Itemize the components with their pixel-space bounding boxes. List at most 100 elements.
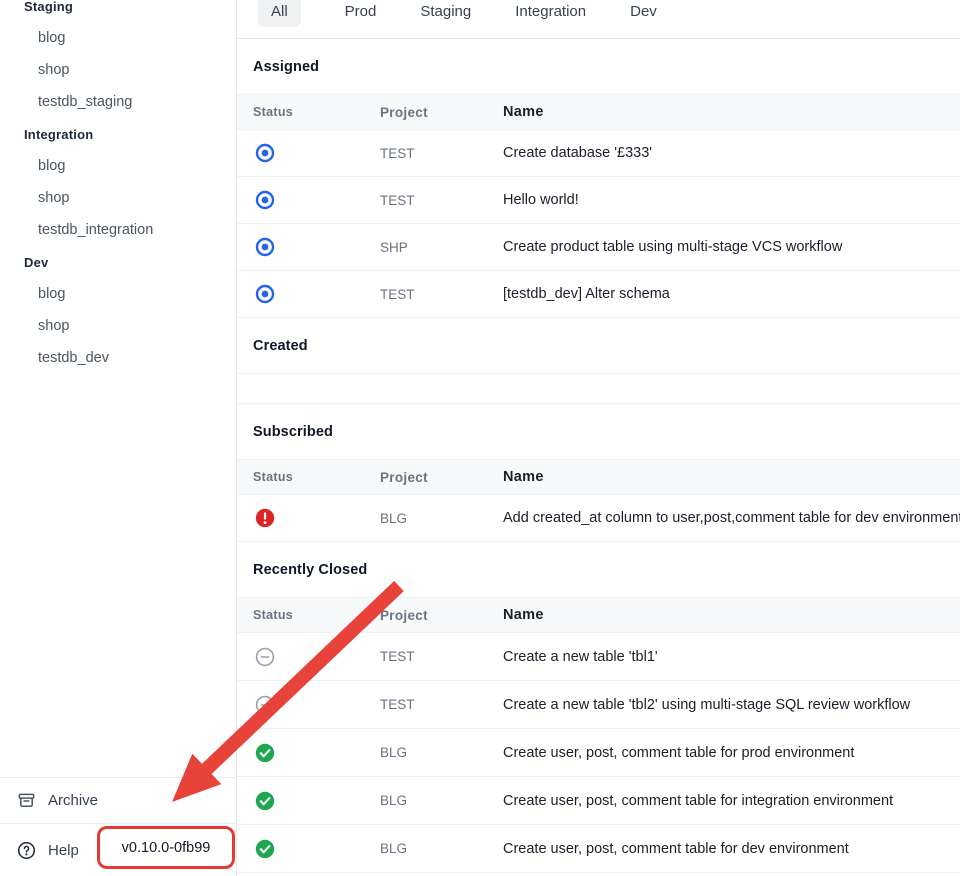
- issue-row[interactable]: BLG Create user, post, comment table for…: [237, 729, 960, 777]
- tab-all[interactable]: All: [258, 0, 301, 27]
- project-cell: BLG: [380, 745, 503, 760]
- check-circle-icon: [255, 791, 275, 811]
- issue-row[interactable]: SHP Create product table using multi-sta…: [237, 224, 960, 271]
- check-circle-icon: [255, 743, 275, 763]
- sidebar-item-shop[interactable]: shop: [0, 182, 236, 214]
- sidebar-item-blog[interactable]: blog: [0, 278, 236, 310]
- circle-dot-icon: [255, 237, 275, 257]
- status-cell: [253, 284, 380, 304]
- minus-circle-icon: [255, 695, 275, 715]
- column-project: Project: [380, 608, 503, 623]
- help-label: Help: [48, 842, 79, 859]
- issue-row[interactable]: BLG Create user, post, comment table for…: [237, 825, 960, 873]
- issue-name: Hello world!: [503, 192, 960, 208]
- issue-sections: Assigned Status Project Name TEST Create…: [237, 39, 960, 873]
- app-window: Stagingblogshoptestdb_stagingIntegration…: [0, 0, 960, 876]
- sidebar-item-blog[interactable]: blog: [0, 150, 236, 182]
- issue-name: Create database '£333': [503, 145, 960, 161]
- issue-name: [testdb_dev] Alter schema: [503, 286, 960, 302]
- column-name: Name: [503, 607, 960, 623]
- project-cell: TEST: [380, 146, 503, 161]
- environment-header-dev: Dev: [0, 246, 236, 278]
- exclamation-circle-icon: [255, 508, 275, 528]
- issue-section: Recently Closed Status Project Name TEST…: [237, 542, 960, 873]
- status-cell: [253, 695, 380, 715]
- database-tree: Stagingblogshoptestdb_stagingIntegration…: [0, 0, 236, 374]
- table-body: TEST Create a new table 'tbl1' TEST Crea…: [237, 633, 960, 873]
- column-status: Status: [253, 470, 380, 484]
- issue-name: Create a new table 'tbl1': [503, 649, 960, 665]
- issue-name: Add created_at column to user,post,comme…: [503, 510, 960, 526]
- tab-staging[interactable]: Staging: [420, 0, 471, 27]
- issue-section: Assigned Status Project Name TEST Create…: [237, 39, 960, 318]
- issue-name: Create user, post, comment table for dev…: [503, 841, 960, 857]
- issue-row[interactable]: TEST [testdb_dev] Alter schema: [237, 271, 960, 318]
- project-cell: TEST: [380, 649, 503, 664]
- section-title: Subscribed: [237, 404, 960, 459]
- tab-dev[interactable]: Dev: [630, 0, 657, 27]
- table-header: Status Project Name: [237, 597, 960, 633]
- sidebar: Stagingblogshoptestdb_stagingIntegration…: [0, 0, 237, 876]
- table-body: TEST Create database '£333' TEST Hello w…: [237, 130, 960, 318]
- status-cell: [253, 743, 380, 763]
- project-cell: TEST: [380, 287, 503, 302]
- table-header: [237, 373, 960, 404]
- section-title: Created: [237, 318, 960, 373]
- question-circle-icon: [17, 841, 36, 860]
- issue-name: Create user, post, comment table for pro…: [503, 745, 960, 761]
- column-name: Name: [503, 469, 960, 485]
- status-cell: [253, 508, 380, 528]
- section-title: Assigned: [237, 39, 960, 94]
- issue-name: Create a new table 'tbl2' using multi-st…: [503, 697, 960, 713]
- status-cell: [253, 839, 380, 859]
- version-label: v0.10.0-0fb99: [122, 840, 211, 856]
- column-status: Status: [253, 608, 380, 622]
- project-cell: BLG: [380, 841, 503, 856]
- table-header: Status Project Name: [237, 459, 960, 495]
- project-cell: BLG: [380, 511, 503, 526]
- status-cell: [253, 190, 380, 210]
- environment-header-staging: Staging: [0, 0, 236, 22]
- issue-section: Created: [237, 318, 960, 404]
- issue-row[interactable]: BLG Create user, post, comment table for…: [237, 777, 960, 825]
- column-status: Status: [253, 105, 380, 119]
- issue-row[interactable]: TEST Create a new table 'tbl1': [237, 633, 960, 681]
- status-cell: [253, 791, 380, 811]
- project-cell: SHP: [380, 240, 503, 255]
- sidebar-item-shop[interactable]: shop: [0, 54, 236, 86]
- annotation-highlight-box: v0.10.0-0fb99: [97, 826, 235, 869]
- tab-prod[interactable]: Prod: [345, 0, 377, 27]
- archive-label: Archive: [48, 792, 98, 809]
- minus-circle-icon: [255, 647, 275, 667]
- column-project: Project: [380, 470, 503, 485]
- sidebar-item-testdb_staging[interactable]: testdb_staging: [0, 86, 236, 118]
- project-cell: TEST: [380, 697, 503, 712]
- status-cell: [253, 143, 380, 163]
- table-header: Status Project Name: [237, 94, 960, 130]
- archive-button[interactable]: Archive: [0, 777, 236, 823]
- issue-row[interactable]: TEST Create database '£333': [237, 130, 960, 177]
- sidebar-item-testdb_integration[interactable]: testdb_integration: [0, 214, 236, 246]
- sidebar-item-blog[interactable]: blog: [0, 22, 236, 54]
- check-circle-icon: [255, 839, 275, 859]
- table-body: BLG Add created_at column to user,post,c…: [237, 495, 960, 542]
- tab-integration[interactable]: Integration: [515, 0, 586, 27]
- issue-section: Subscribed Status Project Name BLG Add c…: [237, 404, 960, 542]
- circle-dot-icon: [255, 190, 275, 210]
- issue-row[interactable]: TEST Hello world!: [237, 177, 960, 224]
- main-content: All Prod Staging Integration Dev Assigned St…: [237, 0, 960, 876]
- issue-name: Create user, post, comment table for int…: [503, 793, 960, 809]
- status-cell: [253, 647, 380, 667]
- sidebar-item-shop[interactable]: shop: [0, 310, 236, 342]
- status-cell: [253, 237, 380, 257]
- environment-tabbar: All Prod Staging Integration Dev: [237, 0, 960, 39]
- project-cell: TEST: [380, 193, 503, 208]
- section-title: Recently Closed: [237, 542, 960, 597]
- circle-dot-icon: [255, 284, 275, 304]
- sidebar-item-testdb_dev[interactable]: testdb_dev: [0, 342, 236, 374]
- issue-row[interactable]: BLG Add created_at column to user,post,c…: [237, 495, 960, 542]
- circle-dot-icon: [255, 143, 275, 163]
- issue-name: Create product table using multi-stage V…: [503, 239, 960, 255]
- issue-row[interactable]: TEST Create a new table 'tbl2' using mul…: [237, 681, 960, 729]
- archive-box-icon: [17, 791, 36, 810]
